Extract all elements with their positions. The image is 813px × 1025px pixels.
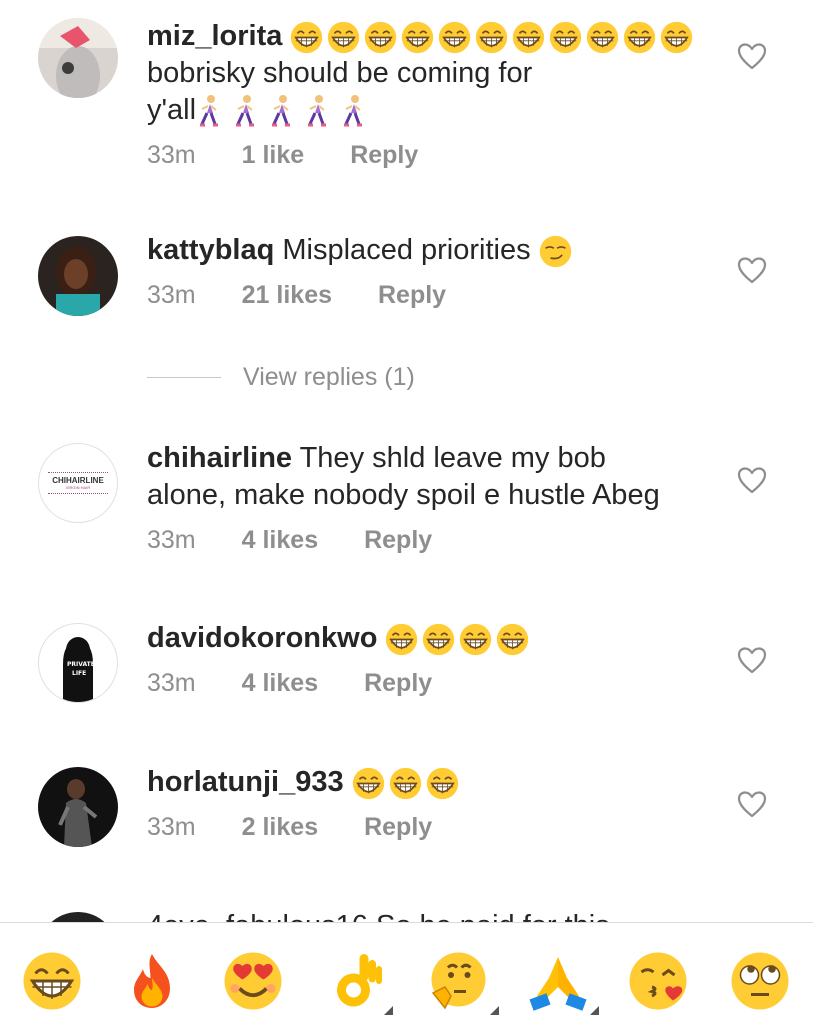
comment-body: miz_lorita bobrisky should be coming for… [147, 18, 717, 170]
grinning-squint-icon [327, 21, 360, 54]
like-heart-icon[interactable] [737, 256, 767, 284]
logo-sub-text: VIRGIN HAIR [65, 485, 91, 490]
skin-tone-indicator[interactable] [384, 1006, 393, 1015]
folded-hands-icon[interactable] [528, 951, 588, 1011]
comment-meta: 33m 4 likes Reply [147, 669, 717, 698]
comment-meta: 33m 21 likes Reply [147, 281, 717, 310]
reply-button[interactable]: Reply [364, 526, 432, 555]
eye-roll-icon[interactable] [730, 951, 790, 1011]
grinning-squint-icon [290, 21, 323, 54]
comment-body: chihairline They shld leave my bob alone… [147, 440, 717, 555]
comment-username[interactable]: kattyblaq [147, 234, 274, 266]
grinning-squint-icon [422, 623, 455, 656]
view-replies-button[interactable]: View replies (1) [147, 363, 415, 392]
woman-running-icon [340, 94, 366, 128]
comment-body: horlatunji_933 33m 2 likes Reply [147, 764, 717, 842]
smirk-icon [539, 235, 571, 268]
grinning-squint-icon [352, 767, 385, 800]
comment-text-line: Misplaced priorities [282, 234, 531, 266]
comment-text: chihairline They shld leave my bob alone… [147, 440, 717, 514]
heart-eyes-icon[interactable] [223, 951, 283, 1011]
woman-running-icon [196, 94, 222, 128]
woman-running-icon [232, 94, 258, 128]
divider [147, 377, 221, 378]
grinning-squint-icon [496, 623, 529, 656]
likes-count[interactable]: 2 likes [242, 813, 318, 842]
comment-username[interactable]: miz_lorita [147, 20, 282, 52]
likes-count[interactable]: 4 likes [242, 669, 318, 698]
view-replies-label: View replies (1) [243, 363, 415, 391]
grinning-squint-icon [385, 623, 418, 656]
like-heart-icon[interactable] [737, 42, 767, 70]
like-heart-icon[interactable] [737, 790, 767, 818]
logo-brand-text: CHIHAIRLINE [52, 476, 104, 485]
skin-tone-indicator[interactable] [590, 1006, 599, 1015]
likes-count[interactable]: 4 likes [242, 526, 318, 555]
grinning-squint-icon[interactable] [22, 951, 82, 1011]
comment-text-line: bobrisky should be coming for [147, 57, 533, 89]
grinning-squint-icon [549, 21, 582, 54]
reply-button[interactable]: Reply [364, 669, 432, 698]
grinning-squint-icon [475, 21, 508, 54]
grinning-squint-icon [459, 623, 492, 656]
emoji-quick-bar [0, 922, 813, 1025]
grinning-squint-icon [660, 21, 693, 54]
comment-text: kattyblaq Misplaced priorities [147, 232, 717, 269]
woman-running-icon [304, 94, 330, 128]
comment-username[interactable]: davidokoronkwo [147, 622, 377, 654]
grinning-squint-icon [623, 21, 656, 54]
comment-text: horlatunji_933 [147, 764, 717, 801]
comment-time: 33m [147, 526, 196, 554]
comment-text: davidokoronkwo [147, 620, 717, 657]
thinking-icon[interactable] [427, 951, 487, 1011]
grinning-squint-icon [389, 767, 422, 800]
avatar-text: PRIVATE [67, 661, 95, 668]
avatar-text: LIFE [72, 670, 86, 677]
comment-time: 33m [147, 141, 196, 169]
grinning-squint-icon [426, 767, 459, 800]
reply-button[interactable]: Reply [364, 813, 432, 842]
comment-meta: 33m 1 like Reply [147, 141, 717, 170]
comment-text-line: They shld leave my bob [299, 442, 606, 474]
comment-time: 33m [147, 669, 196, 697]
comment-username[interactable]: chihairline [147, 442, 292, 474]
chihairline-logo: CHIHAIRLINE VIRGIN HAIR [39, 444, 117, 522]
avatar[interactable]: CHIHAIRLINE VIRGIN HAIR [38, 443, 118, 523]
comment-text-line: y'all [147, 94, 197, 126]
comment-username[interactable]: horlatunji_933 [147, 766, 344, 798]
grinning-squint-icon [586, 21, 619, 54]
avatar[interactable]: PRIVATE LIFE [38, 623, 118, 703]
comment-body: davidokoronkwo 33m 4 likes Reply [147, 620, 717, 698]
comment-time: 33m [147, 813, 196, 841]
grinning-squint-icon [512, 21, 545, 54]
avatar[interactable] [38, 18, 118, 98]
fire-icon[interactable] [122, 951, 182, 1011]
grinning-squint-icon [364, 21, 397, 54]
ok-hand-icon[interactable] [325, 951, 385, 1011]
comment-text: miz_lorita bobrisky should be coming for… [147, 18, 717, 129]
likes-count[interactable]: 21 likes [242, 281, 332, 310]
comment-body: kattyblaq Misplaced priorities 33m 21 li… [147, 232, 717, 310]
avatar[interactable] [38, 236, 118, 316]
likes-count[interactable]: 1 like [242, 141, 305, 170]
avatar[interactable] [38, 767, 118, 847]
like-heart-icon[interactable] [737, 646, 767, 674]
reply-button[interactable]: Reply [378, 281, 446, 310]
comment-meta: 33m 4 likes Reply [147, 526, 717, 555]
woman-running-icon [268, 94, 294, 128]
kissing-heart-icon[interactable] [628, 951, 688, 1011]
skin-tone-indicator[interactable] [490, 1006, 499, 1015]
grinning-squint-icon [438, 21, 471, 54]
like-heart-icon[interactable] [737, 466, 767, 494]
grinning-squint-icon [401, 21, 434, 54]
comment-meta: 33m 2 likes Reply [147, 813, 717, 842]
comment-text-line: alone, make nobody spoil e hustle Abeg [147, 479, 660, 511]
comment-time: 33m [147, 281, 196, 309]
reply-button[interactable]: Reply [350, 141, 418, 170]
